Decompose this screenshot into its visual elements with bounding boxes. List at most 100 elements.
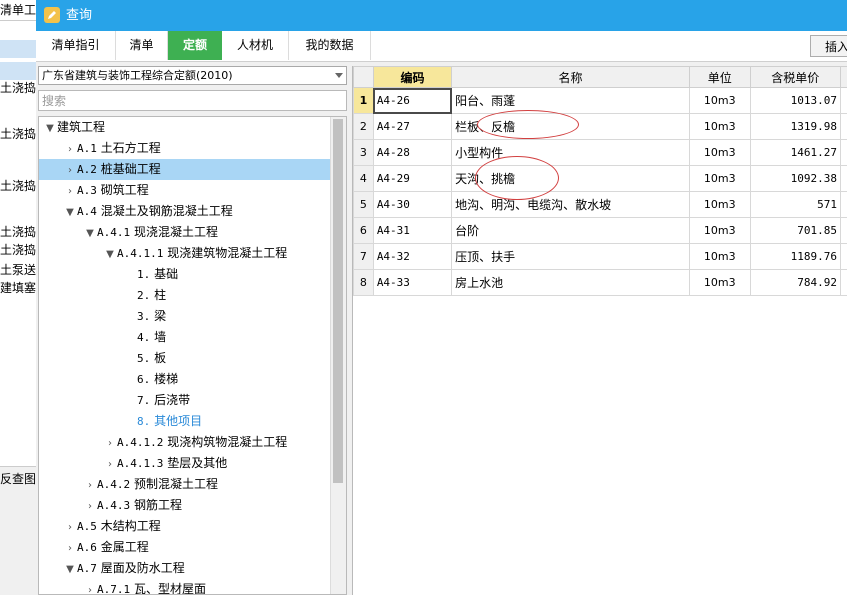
cell-name[interactable]: 栏板、反檐	[451, 113, 690, 140]
tree-node[interactable]: › A.6 金属工程	[63, 537, 149, 558]
cell-filler	[839, 139, 847, 166]
chevron-right-icon[interactable]: ›	[63, 160, 77, 181]
table-row[interactable]: 2 A4-27 栏板、反檐 10m3 1319.98	[353, 113, 847, 140]
title-bar[interactable]: 查询	[36, 0, 847, 31]
column-header-unit[interactable]: 单位	[688, 66, 751, 88]
tab-labor-material-machine[interactable]: 人材机	[222, 31, 289, 60]
tree-node[interactable]: › A.4.2 预制混凝土工程	[83, 474, 218, 495]
tab-quota[interactable]: 定额	[168, 31, 222, 60]
tree-leaf[interactable]: ·3. 梁	[123, 306, 166, 327]
chevron-down-icon[interactable]: ▼	[103, 244, 117, 265]
cell-name[interactable]: 小型构件	[451, 139, 690, 166]
cell-filler	[839, 87, 847, 114]
table-row[interactable]: 7 A4-32 压顶、扶手 10m3 1189.76	[353, 243, 847, 270]
tree-leaf[interactable]: ·5. 板	[123, 348, 166, 369]
tree-node[interactable]: › A.7.1 瓦、型材屋面	[83, 579, 206, 594]
cell-code[interactable]: A4-33	[372, 269, 453, 296]
cell-name[interactable]: 房上水池	[451, 269, 690, 296]
cell-code[interactable]: A4-29	[372, 165, 453, 192]
column-header-code[interactable]: 编码	[372, 66, 453, 88]
cell-unit[interactable]: 10m3	[688, 139, 751, 166]
row-number: 5	[353, 191, 374, 218]
tree-leaf[interactable]: ·1. 基础	[123, 264, 178, 285]
cell-price[interactable]: 571	[749, 191, 841, 218]
table-row[interactable]: 6 A4-31 台阶 10m3 701.85	[353, 217, 847, 244]
cell-price[interactable]: 1013.07	[749, 87, 841, 114]
tree-leaf[interactable]: ·6. 楼梯	[123, 369, 178, 390]
chevron-right-icon[interactable]: ›	[83, 475, 97, 496]
tree-node[interactable]: ▼ A.4.1 现浇混凝土工程	[83, 222, 218, 243]
tree-node[interactable]: › A.4.3 钢筋工程	[83, 495, 182, 516]
cell-unit[interactable]: 10m3	[688, 217, 751, 244]
chevron-right-icon[interactable]: ›	[83, 496, 97, 517]
cell-unit[interactable]: 10m3	[688, 113, 751, 140]
background-app-header: 清单工作	[0, 0, 36, 21]
cell-code[interactable]: A4-27	[372, 113, 453, 140]
tree-node[interactable]: ▼ A.7 屋面及防水工程	[63, 558, 185, 579]
tree-leaf[interactable]: ·2. 柱	[123, 285, 166, 306]
cell-unit[interactable]: 10m3	[688, 165, 751, 192]
tree-scrollbar-thumb[interactable]	[333, 119, 343, 483]
tree-node[interactable]: ▼ A.4.1.1 现浇建筑物混凝土工程	[103, 243, 287, 264]
cell-unit[interactable]: 10m3	[688, 269, 751, 296]
chevron-right-icon[interactable]: ›	[103, 433, 117, 454]
tab-my-data[interactable]: 我的数据	[289, 31, 371, 60]
chevron-right-icon[interactable]: ›	[63, 181, 77, 202]
background-panel-label: 反查图	[0, 472, 37, 486]
table-row[interactable]: 1 A4-26 阳台、雨蓬 10m3 1013.07	[353, 87, 847, 114]
tree-node[interactable]: ▼ 建筑工程	[43, 117, 105, 138]
quota-library-select[interactable]: 广东省建筑与装饰工程综合定额(2010)	[38, 66, 347, 85]
search-input[interactable]	[38, 90, 347, 111]
cell-price[interactable]: 701.85	[749, 217, 841, 244]
tree-node[interactable]: › A.5 木结构工程	[63, 516, 161, 537]
chevron-down-icon[interactable]: ▼	[83, 223, 97, 244]
cell-name[interactable]: 台阶	[451, 217, 690, 244]
table-row[interactable]: 3 A4-28 小型构件 10m3 1461.27	[353, 139, 847, 166]
insert-button[interactable]: 插入	[810, 35, 847, 57]
chevron-right-icon[interactable]: ›	[63, 139, 77, 160]
column-header-price[interactable]: 含税单价	[749, 66, 841, 88]
chevron-down-icon[interactable]: ▼	[63, 202, 77, 223]
chevron-right-icon[interactable]: ›	[83, 580, 97, 594]
cell-name[interactable]: 阳台、雨蓬	[451, 87, 690, 114]
column-header-name[interactable]: 名称	[451, 66, 690, 88]
tree-node[interactable]: ▼ A.4 混凝土及钢筋混凝土工程	[63, 201, 233, 222]
cell-price[interactable]: 784.92	[749, 269, 841, 296]
chevron-down-icon[interactable]: ▼	[43, 118, 57, 139]
cell-price[interactable]: 1189.76	[749, 243, 841, 270]
background-row-highlight	[0, 40, 36, 58]
cell-price[interactable]: 1461.27	[749, 139, 841, 166]
row-number: 1	[353, 87, 374, 114]
tree-leaf-current[interactable]: ·8. 其他项目	[123, 411, 202, 432]
chevron-down-icon[interactable]: ▼	[63, 559, 77, 580]
cell-code[interactable]: A4-30	[372, 191, 453, 218]
tree-node[interactable]: › A.1 土石方工程	[63, 138, 161, 159]
cell-unit[interactable]: 10m3	[688, 243, 751, 270]
table-row[interactable]: 8 A4-33 房上水池 10m3 784.92	[353, 269, 847, 296]
tree-node[interactable]: › A.4.1.2 现浇构筑物混凝土工程	[103, 432, 287, 453]
cell-code[interactable]: A4-31	[372, 217, 453, 244]
tree-scrollbar[interactable]	[330, 117, 346, 594]
table-row[interactable]: 5 A4-30 地沟、明沟、电缆沟、散水坡 10m3 571	[353, 191, 847, 218]
cell-code[interactable]: A4-32	[372, 243, 453, 270]
cell-name[interactable]: 天沟、挑檐	[451, 165, 690, 192]
cell-price[interactable]: 1092.38	[749, 165, 841, 192]
cell-unit[interactable]: 10m3	[688, 87, 751, 114]
tree-leaf[interactable]: ·7. 后浇带	[123, 390, 190, 411]
tree-node[interactable]: › A.4.1.3 垫层及其他	[103, 453, 227, 474]
tab-list-guide[interactable]: 清单指引	[36, 31, 116, 60]
cell-code[interactable]: A4-26	[372, 87, 453, 114]
chevron-right-icon[interactable]: ›	[103, 454, 117, 475]
cell-unit[interactable]: 10m3	[688, 191, 751, 218]
tab-list[interactable]: 清单	[116, 31, 168, 60]
cell-name[interactable]: 压顶、扶手	[451, 243, 690, 270]
chevron-right-icon[interactable]: ›	[63, 538, 77, 559]
chevron-right-icon[interactable]: ›	[63, 517, 77, 538]
tree-node-selected[interactable]: › A.2 桩基础工程	[39, 159, 330, 180]
tree-node[interactable]: › A.3 砌筑工程	[63, 180, 149, 201]
cell-name[interactable]: 地沟、明沟、电缆沟、散水坡	[451, 191, 690, 218]
tree-leaf[interactable]: ·4. 墙	[123, 327, 166, 348]
cell-code[interactable]: A4-28	[372, 139, 453, 166]
table-row[interactable]: 4 A4-29 天沟、挑檐 10m3 1092.38	[353, 165, 847, 192]
cell-price[interactable]: 1319.98	[749, 113, 841, 140]
